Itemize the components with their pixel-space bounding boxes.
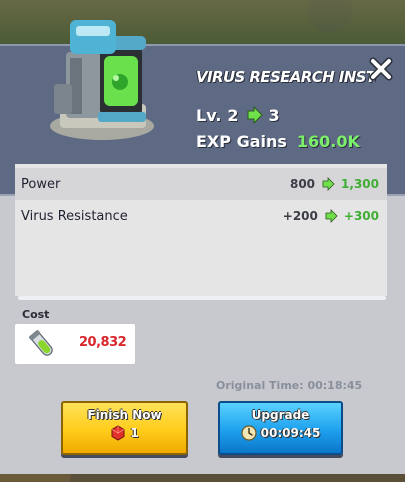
exp-value: 160.0K [296,131,360,151]
stat-row-power: Power 800 1,300 [15,168,387,200]
stat-new-value: 1,300 [341,177,379,191]
stat-name: Power [21,176,61,192]
finish-cost: 1 [63,425,186,441]
arrow-right-icon [325,209,338,223]
cost-item: 20,832 [15,324,135,364]
upgrade-time: 00:09:45 [220,425,341,441]
arrow-right-icon [322,177,335,191]
stat-row-virus-resistance: Virus Resistance +200 +300 [15,200,387,232]
section-divider [18,296,386,300]
original-time: Original Time: 00:18:45 [216,379,363,392]
level-label: Lv. [196,105,222,125]
serum-vial-icon [29,330,53,356]
stat-name: Virus Resistance [21,208,128,224]
clock-icon [241,425,257,441]
cost-label: Cost [22,308,50,321]
close-icon[interactable] [368,56,394,82]
stat-values: +200 +300 [283,209,379,223]
upgrade-button[interactable]: Upgrade 00:09:45 [218,401,343,455]
stat-new-value: +300 [343,209,379,223]
building-title: VIRUS RESEARCH INSTITUTE I [196,68,376,86]
red-gem-icon [111,425,125,441]
upgrade-label: Upgrade [251,408,310,422]
arrow-right-icon [247,106,263,124]
exp-row: EXP Gains 160.0K [196,130,360,152]
level-from: 2 [227,105,239,125]
upgrade-dialog: VIRUS RESEARCH INSTITUTE I Lv. 2 3 EXP G… [0,20,405,474]
stat-old-value: 800 [289,177,316,191]
exp-label: EXP Gains [196,131,287,151]
finish-now-button[interactable]: Finish Now 1 [61,401,188,455]
stat-values: 800 1,300 [290,177,379,191]
stats-table: Power 800 1,300 Virus Resistance +200 +3… [15,164,387,296]
upgrade-time-value: 00:09:45 [260,426,321,440]
level-to: 3 [268,105,280,125]
finish-cost-value: 1 [130,426,139,440]
stat-old-value: +200 [282,209,318,223]
virus-research-institute-icon [50,20,154,140]
level-row: Lv. 2 3 [196,104,280,126]
cost-amount: 20,832 [79,335,127,350]
finish-now-label: Finish Now [87,408,162,422]
